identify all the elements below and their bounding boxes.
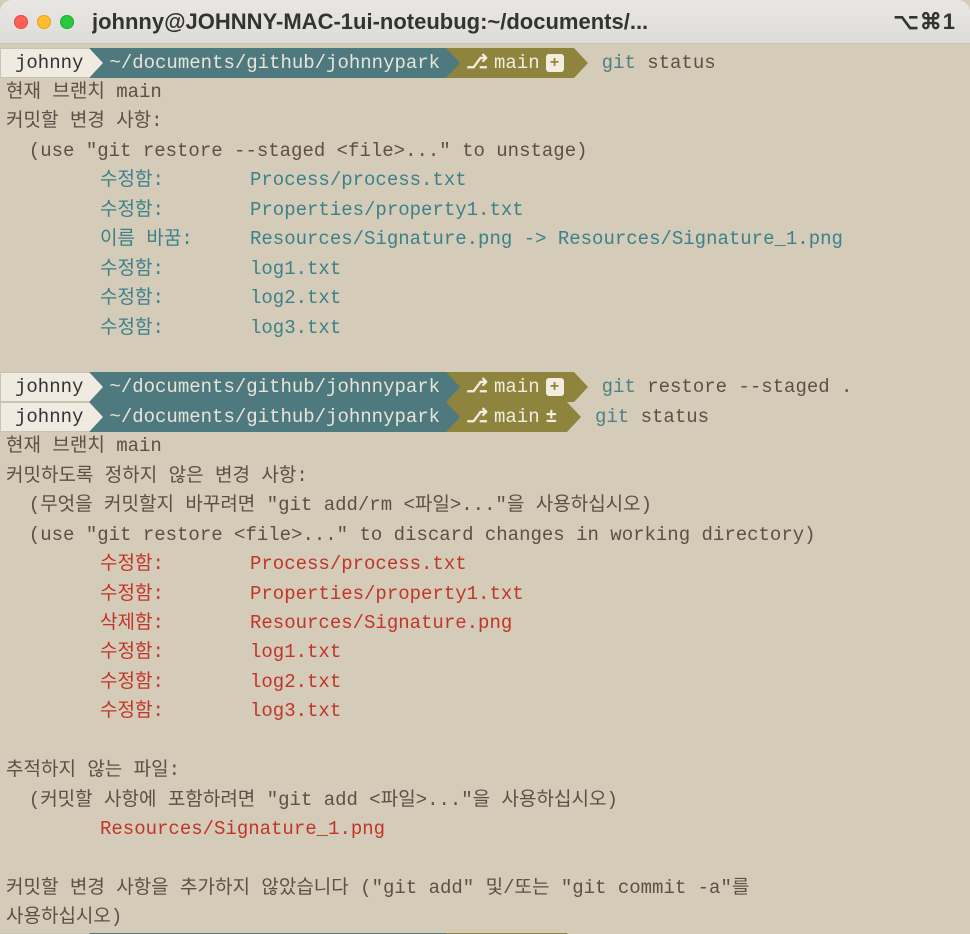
output-line: (use "git restore <file>..." to discard … bbox=[0, 521, 970, 550]
output-file-row: 수정함:log3.txt bbox=[0, 697, 970, 726]
chevron-right-icon bbox=[446, 48, 460, 78]
maximize-window-button[interactable] bbox=[60, 15, 74, 29]
output-file-row: 삭제함:Resources/Signature.png bbox=[0, 609, 970, 638]
changed-file-path: log1.txt bbox=[250, 641, 341, 663]
git-branch-icon: ⎇ bbox=[466, 402, 488, 432]
output-untracked-file: Resources/Signature_1.png bbox=[0, 815, 970, 844]
output-file-row: 이름 바꿈:Resources/Signature.png -> Resourc… bbox=[0, 225, 970, 254]
chevron-right-icon bbox=[89, 372, 103, 402]
prompt-branch-segment: ⎇ main + bbox=[446, 48, 574, 78]
changed-file-path: Properties/property1.txt bbox=[250, 199, 524, 221]
changed-file-path: log2.txt bbox=[250, 287, 341, 309]
prompt-branch-segment: ⎇ main ± bbox=[446, 402, 567, 432]
chevron-right-icon bbox=[89, 402, 103, 432]
plus-minus-icon: ± bbox=[546, 402, 557, 432]
prompt-branch: main bbox=[494, 402, 540, 432]
output-file-row: 수정함:log1.txt bbox=[0, 638, 970, 667]
git-branch-icon: ⎇ bbox=[466, 48, 488, 78]
output-line: 커밋하도록 정하지 않은 변경 사항: bbox=[0, 462, 970, 491]
window-shortcut-hint: ⌥⌘1 bbox=[893, 9, 956, 35]
plus-icon: + bbox=[546, 378, 564, 396]
prompt-line: johnny ~/documents/github/johnnypark ⎇ m… bbox=[0, 402, 970, 432]
prompt-user-segment: johnny bbox=[0, 402, 89, 432]
prompt-path-segment: ~/documents/github/johnnypark bbox=[89, 402, 446, 432]
changed-file-path: log1.txt bbox=[250, 258, 341, 280]
changed-file-path: Process/process.txt bbox=[250, 553, 467, 575]
prompt-path-segment: ~/documents/github/johnnypark bbox=[89, 372, 446, 402]
traffic-lights bbox=[14, 15, 74, 29]
command-text: git restore --staged . bbox=[588, 372, 853, 402]
window-titlebar: johnny@JOHNNY-MAC-1ui-noteubug:~/documen… bbox=[0, 0, 970, 44]
prompt-path: ~/documents/github/johnnypark bbox=[109, 372, 440, 402]
changed-file-path: Process/process.txt bbox=[250, 169, 467, 191]
output-file-row: 수정함:Process/process.txt bbox=[0, 166, 970, 195]
prompt-user: johnny bbox=[15, 372, 83, 402]
blank-line bbox=[0, 727, 970, 756]
change-type-label: 수정함: bbox=[100, 284, 250, 313]
output-file-row: 수정함:log2.txt bbox=[0, 668, 970, 697]
terminal-viewport[interactable]: johnny ~/documents/github/johnnypark ⎇ m… bbox=[0, 44, 970, 934]
command-text: git status bbox=[588, 48, 716, 78]
chevron-right-icon bbox=[574, 372, 588, 402]
changed-file-path: log2.txt bbox=[250, 671, 341, 693]
output-line: (무엇을 커밋할지 바꾸려면 "git add/rm <파일>..."을 사용하… bbox=[0, 491, 970, 520]
output-file-row: 수정함:Properties/property1.txt bbox=[0, 580, 970, 609]
prompt-user-segment: johnny bbox=[0, 372, 89, 402]
blank-line bbox=[0, 845, 970, 874]
changed-file-path: Properties/property1.txt bbox=[250, 583, 524, 605]
chevron-right-icon bbox=[567, 402, 581, 432]
chevron-right-icon bbox=[446, 402, 460, 432]
output-line: 현재 브랜치 main bbox=[0, 432, 970, 461]
prompt-line: johnny ~/documents/github/johnnypark ⎇ m… bbox=[0, 48, 970, 78]
plus-icon: + bbox=[546, 54, 564, 72]
output-line: 사용하십시오) bbox=[0, 903, 970, 932]
change-type-label: 이름 바꿈: bbox=[100, 225, 250, 254]
prompt-user-segment: johnny bbox=[0, 48, 89, 78]
prompt-branch-segment: ⎇ main + bbox=[446, 372, 574, 402]
change-type-label: 수정함: bbox=[100, 550, 250, 579]
output-file-row: 수정함:Process/process.txt bbox=[0, 550, 970, 579]
blank-line bbox=[0, 343, 970, 372]
window-title: johnny@JOHNNY-MAC-1ui-noteubug:~/documen… bbox=[92, 9, 893, 35]
change-type-label: 수정함: bbox=[100, 580, 250, 609]
output-line: 추적하지 않는 파일: bbox=[0, 756, 970, 785]
change-type-label: 수정함: bbox=[100, 697, 250, 726]
change-type-label: 삭제함: bbox=[100, 609, 250, 638]
output-line: 현재 브랜치 main bbox=[0, 78, 970, 107]
prompt-user: johnny bbox=[15, 402, 83, 432]
output-line: (커밋할 사항에 포함하려면 "git add <파일>..."을 사용하십시오… bbox=[0, 786, 970, 815]
chevron-right-icon bbox=[574, 48, 588, 78]
output-line: 커밋할 변경 사항: bbox=[0, 107, 970, 136]
output-file-row: 수정함:log3.txt bbox=[0, 314, 970, 343]
prompt-branch: main bbox=[494, 48, 540, 78]
changed-file-path: log3.txt bbox=[250, 700, 341, 722]
prompt-path: ~/documents/github/johnnypark bbox=[109, 48, 440, 78]
minimize-window-button[interactable] bbox=[37, 15, 51, 29]
change-type-label: 수정함: bbox=[100, 196, 250, 225]
output-line: (use "git restore --staged <file>..." to… bbox=[0, 137, 970, 166]
command-text: git status bbox=[581, 402, 709, 432]
output-line: 커밋할 변경 사항을 추가하지 않았습니다 ("git add" 및/또는 "g… bbox=[0, 874, 970, 903]
change-type-label: 수정함: bbox=[100, 255, 250, 284]
changed-file-path: Resources/Signature.png -> Resources/Sig… bbox=[250, 228, 843, 250]
changed-file-path: log3.txt bbox=[250, 317, 341, 339]
prompt-path: ~/documents/github/johnnypark bbox=[109, 402, 440, 432]
git-branch-icon: ⎇ bbox=[466, 372, 488, 402]
output-file-row: 수정함:log2.txt bbox=[0, 284, 970, 313]
change-type-label: 수정함: bbox=[100, 668, 250, 697]
prompt-user: johnny bbox=[15, 48, 83, 78]
output-file-row: 수정함:log1.txt bbox=[0, 255, 970, 284]
close-window-button[interactable] bbox=[14, 15, 28, 29]
chevron-right-icon bbox=[89, 48, 103, 78]
change-type-label: 수정함: bbox=[100, 638, 250, 667]
change-type-label: 수정함: bbox=[100, 314, 250, 343]
prompt-line: johnny ~/documents/github/johnnypark ⎇ m… bbox=[0, 372, 970, 402]
chevron-right-icon bbox=[446, 372, 460, 402]
output-file-row: 수정함:Properties/property1.txt bbox=[0, 196, 970, 225]
prompt-branch: main bbox=[494, 372, 540, 402]
changed-file-path: Resources/Signature.png bbox=[250, 612, 512, 634]
change-type-label: 수정함: bbox=[100, 166, 250, 195]
prompt-path-segment: ~/documents/github/johnnypark bbox=[89, 48, 446, 78]
